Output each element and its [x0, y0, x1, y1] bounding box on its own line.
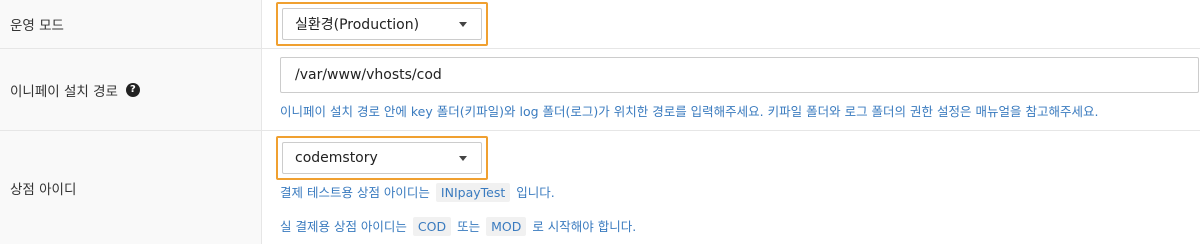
install-path-input[interactable]: /var/www/vhosts/cod — [280, 57, 1199, 93]
mode-select[interactable]: 실환경(Production) — [276, 2, 488, 46]
store-id-select-box[interactable]: codemstory — [282, 142, 482, 174]
mode-label-text: 운영 모드 — [10, 18, 64, 34]
real-store-prefix-code-2: MOD — [486, 217, 527, 236]
store-id-help-real: 실 결제용 상점 아이디는 COD 또는 MOD 로 시작해야 합니다. — [280, 216, 636, 236]
test-store-id-code: INIpayTest — [435, 183, 511, 202]
mode-label: 운영 모드 — [0, 0, 262, 48]
question-circle-icon[interactable]: ? — [125, 82, 140, 97]
install-path-value: /var/www/vhosts/cod — [295, 67, 442, 83]
store-id-select[interactable]: codemstory — [276, 136, 488, 180]
install-path-help: 이니페이 설치 경로 안에 key 폴더(키파일)와 log 폴더(로그)가 위… — [280, 101, 1098, 120]
help-text: 결제 테스트용 상점 아이디는 — [280, 185, 430, 200]
help-text: 입니다. — [516, 185, 555, 200]
help-text: 또는 — [457, 219, 481, 234]
mode-select-value: 실환경(Production) — [295, 17, 420, 33]
help-text: 실 결제용 상점 아이디는 — [280, 219, 407, 234]
real-store-prefix-code-1: COD — [412, 217, 452, 236]
install-path-label: 이니페이 설치 경로 ? — [0, 49, 262, 130]
install-path-help-text: 이니페이 설치 경로 안에 key 폴더(키파일)와 log 폴더(로그)가 위… — [280, 104, 1099, 119]
chevron-down-icon — [459, 22, 467, 27]
help-text: 로 시작해야 합니다. — [532, 219, 637, 234]
store-id-label-text: 상점 아이디 — [10, 181, 77, 198]
install-path-label-text: 이니페이 설치 경로 — [10, 83, 118, 100]
store-id-help-test: 결제 테스트용 상점 아이디는 INIpayTest 입니다. — [280, 182, 555, 202]
chevron-down-icon — [459, 156, 467, 161]
mode-select-box[interactable]: 실환경(Production) — [282, 8, 482, 40]
mode-row: 운영 모드 실환경(Production) — [0, 0, 1200, 49]
store-id-label: 상점 아이디 — [0, 131, 262, 244]
store-id-select-value: codemstory — [295, 150, 378, 166]
